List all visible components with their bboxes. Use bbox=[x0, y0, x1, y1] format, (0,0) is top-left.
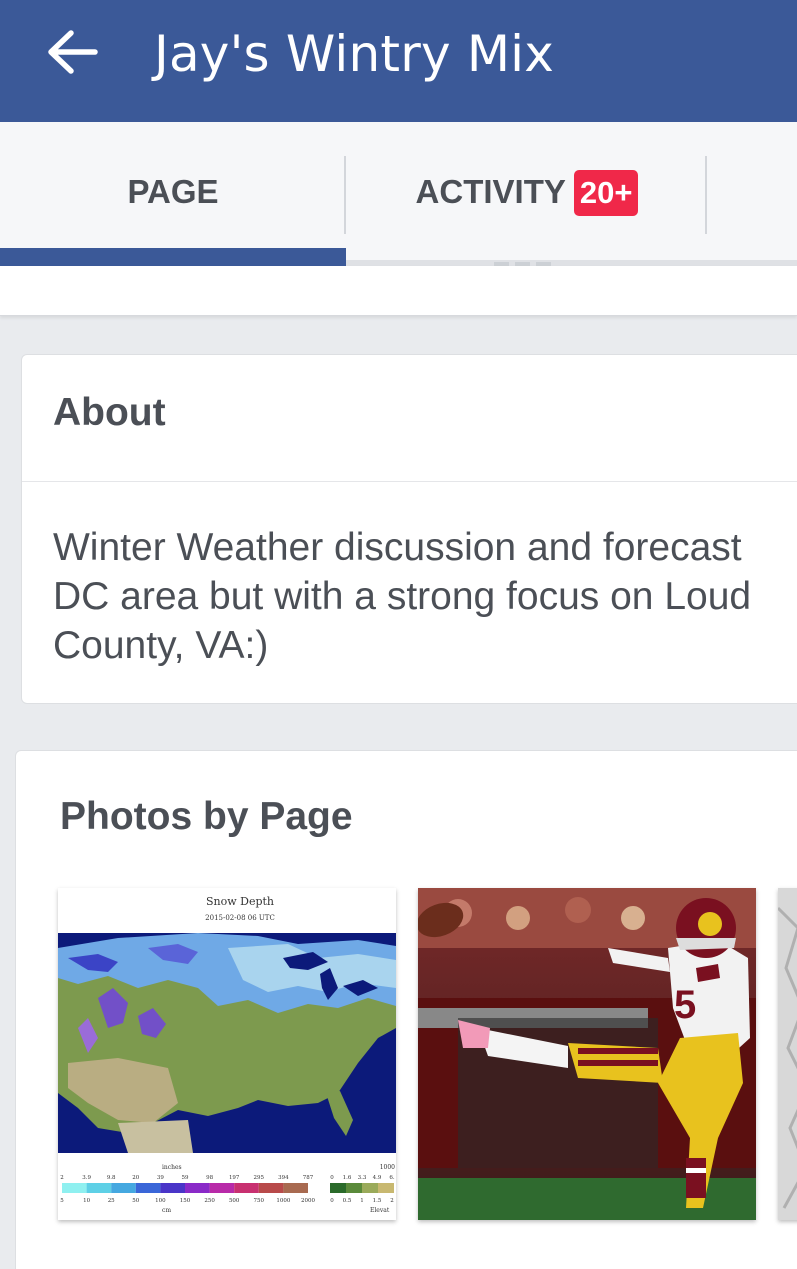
legend-elev-tick: 0.5 bbox=[343, 1198, 352, 1204]
legend-elev-tick: 0 bbox=[330, 1175, 334, 1181]
photo-thumbnail-partial[interactable] bbox=[778, 888, 797, 1220]
legend-elev-swatch bbox=[330, 1183, 346, 1193]
legend-elev-tick: 4.9 bbox=[373, 1175, 382, 1181]
notification-badge: 20+ bbox=[573, 170, 639, 216]
legend-elev-tick: 2 bbox=[390, 1198, 394, 1204]
photo-thumbnail-football-kicker[interactable]: 5 bbox=[418, 888, 756, 1220]
divider bbox=[22, 481, 797, 482]
page-title: Jay's Wintry Mix bbox=[154, 25, 555, 83]
legend-elev-tick: 1.5 bbox=[373, 1198, 382, 1204]
legend-swatch bbox=[258, 1183, 284, 1193]
tab-page[interactable]: PAGE bbox=[0, 122, 346, 264]
legend-cm-tick: 100 bbox=[155, 1198, 166, 1204]
legend-inches-tick: 59 bbox=[182, 1175, 189, 1181]
legend-cm-tick: 25 bbox=[108, 1198, 115, 1204]
photos-title[interactable]: Photos by Page bbox=[60, 795, 353, 839]
legend-inches-tick: 20 bbox=[132, 1175, 139, 1181]
header-strip bbox=[0, 266, 797, 316]
legend-swatch bbox=[135, 1183, 161, 1193]
photo-thumbnail-snow-depth-map[interactable]: Snow Depth 2015-02-08 06 UTC inches 1000… bbox=[58, 888, 396, 1220]
legend-elev-max: 1000 bbox=[380, 1164, 395, 1171]
jersey-number: 5 bbox=[674, 983, 696, 1027]
legend-elev-swatch bbox=[346, 1183, 362, 1193]
legend-cm-tick: 1000 bbox=[276, 1198, 290, 1204]
tab-page-label: PAGE bbox=[127, 173, 219, 210]
tab-divider bbox=[344, 156, 346, 234]
legend-elev-tick: 1 bbox=[360, 1198, 364, 1204]
legend-swatch bbox=[209, 1183, 235, 1193]
legend-cm-tick: 500 bbox=[229, 1198, 240, 1204]
legend-cm-label: cm bbox=[162, 1207, 171, 1214]
legend-inches-label: inches bbox=[162, 1164, 182, 1171]
legend-inches-tick: 3.9 bbox=[82, 1175, 91, 1181]
legend-inches-tick: 197 bbox=[229, 1175, 240, 1181]
active-tab-indicator bbox=[0, 248, 346, 266]
legend-inches-tick: 39 bbox=[157, 1175, 164, 1181]
legend-cm-tick: 150 bbox=[180, 1198, 191, 1204]
legend-cm-tick: 10 bbox=[83, 1198, 90, 1204]
legend-elev-swatch bbox=[378, 1183, 394, 1193]
legend-inches-tick: 394 bbox=[278, 1175, 289, 1181]
legend-cm-tick: 250 bbox=[204, 1198, 215, 1204]
legend-swatch bbox=[283, 1183, 308, 1193]
arrow-left-icon bbox=[48, 30, 98, 74]
map-caption-title: Snow Depth bbox=[206, 895, 274, 908]
snow-depth-map-image: Snow Depth 2015-02-08 06 UTC inches 1000… bbox=[58, 888, 396, 1220]
legend-elev-tick: 3.3 bbox=[358, 1175, 367, 1181]
legend-elev-label: Elevat bbox=[370, 1207, 390, 1214]
about-title: About bbox=[53, 391, 166, 434]
tab-activity[interactable]: ACTIVITY 20+ bbox=[347, 122, 707, 264]
map-caption-date: 2015-02-08 06 UTC bbox=[205, 914, 275, 922]
legend-inches-tick: 2 bbox=[60, 1175, 64, 1181]
legend-elev-tick: 6. bbox=[389, 1175, 394, 1181]
football-kicker-image: 5 bbox=[418, 888, 756, 1220]
legend-inches-tick: 9.8 bbox=[107, 1175, 116, 1181]
back-button[interactable] bbox=[40, 22, 104, 82]
legend-swatch bbox=[185, 1183, 210, 1193]
app-bar: Jay's Wintry Mix bbox=[0, 0, 797, 122]
legend-elev-tick: 1.6 bbox=[343, 1175, 352, 1181]
legend-inches-tick: 787 bbox=[303, 1175, 314, 1181]
about-description: Winter Weather discussion and forecast D… bbox=[53, 526, 752, 667]
legend-cm-tick: 5 bbox=[60, 1198, 64, 1204]
tab-divider bbox=[705, 156, 707, 234]
partial-map-image bbox=[778, 888, 797, 1220]
legend-cm-tick: 750 bbox=[254, 1198, 265, 1204]
tab-activity-label: ACTIVITY bbox=[415, 173, 566, 210]
legend-swatch bbox=[234, 1183, 259, 1193]
legend-swatch bbox=[160, 1183, 185, 1193]
legend-swatch bbox=[111, 1183, 136, 1193]
photos-card: Photos by Page Snow Depth 2015-02-08 06 … bbox=[15, 750, 797, 1269]
tab-bar: PAGE ACTIVITY 20+ bbox=[0, 122, 797, 264]
legend-cm-tick: 2000 bbox=[301, 1198, 315, 1204]
legend-cm-tick: 50 bbox=[132, 1198, 139, 1204]
legend-inches-tick: 295 bbox=[254, 1175, 265, 1181]
legend-elev-tick: 0 bbox=[330, 1198, 334, 1204]
legend-swatch bbox=[62, 1183, 87, 1193]
legend-elev-swatch bbox=[362, 1183, 378, 1193]
legend-inches-tick: 98 bbox=[206, 1175, 213, 1181]
about-card: About Winter Weather discussion and fore… bbox=[21, 354, 797, 704]
legend-swatch bbox=[86, 1183, 112, 1193]
